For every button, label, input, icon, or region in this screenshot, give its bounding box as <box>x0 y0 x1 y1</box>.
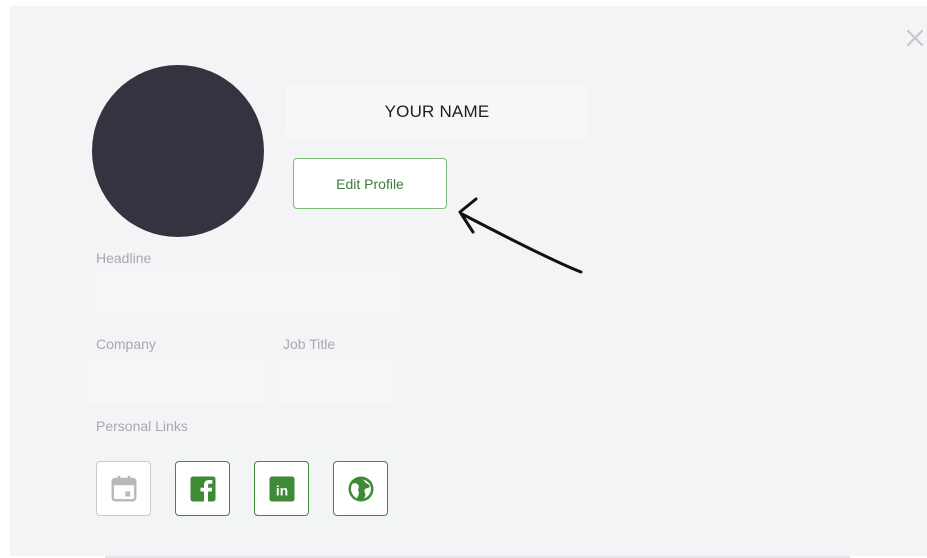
name-field[interactable]: YOUR NAME <box>286 86 588 138</box>
calendar-link-button[interactable] <box>96 461 151 516</box>
linkedin-link-button[interactable]: in <box>254 461 309 516</box>
headline-input[interactable] <box>94 271 400 319</box>
personal-links-label: Personal Links <box>96 418 188 434</box>
linkedin-glyph: in <box>275 483 287 498</box>
company-input[interactable] <box>86 358 266 404</box>
edit-profile-label: Edit Profile <box>336 175 404 192</box>
facebook-icon <box>190 476 215 501</box>
headline-label: Headline <box>96 250 152 266</box>
profile-name: YOUR NAME <box>384 102 490 121</box>
job-title-input[interactable] <box>280 358 392 404</box>
annotation-arrow <box>458 197 583 274</box>
linkedin-icon: in <box>269 476 294 501</box>
company-label: Company <box>96 336 156 352</box>
avatar[interactable] <box>92 65 264 237</box>
calendar-icon <box>111 475 136 501</box>
facebook-link-button[interactable] <box>175 461 230 516</box>
edit-profile-button[interactable]: Edit Profile <box>293 158 447 209</box>
edit-profile-modal: YOUR NAME Edit Profile Headline Company … <box>10 6 927 558</box>
close-button[interactable] <box>903 26 927 50</box>
website-link-button[interactable] <box>333 461 388 516</box>
job-title-label: Job Title <box>283 336 336 352</box>
close-icon <box>907 30 923 46</box>
globe-icon <box>348 476 373 501</box>
